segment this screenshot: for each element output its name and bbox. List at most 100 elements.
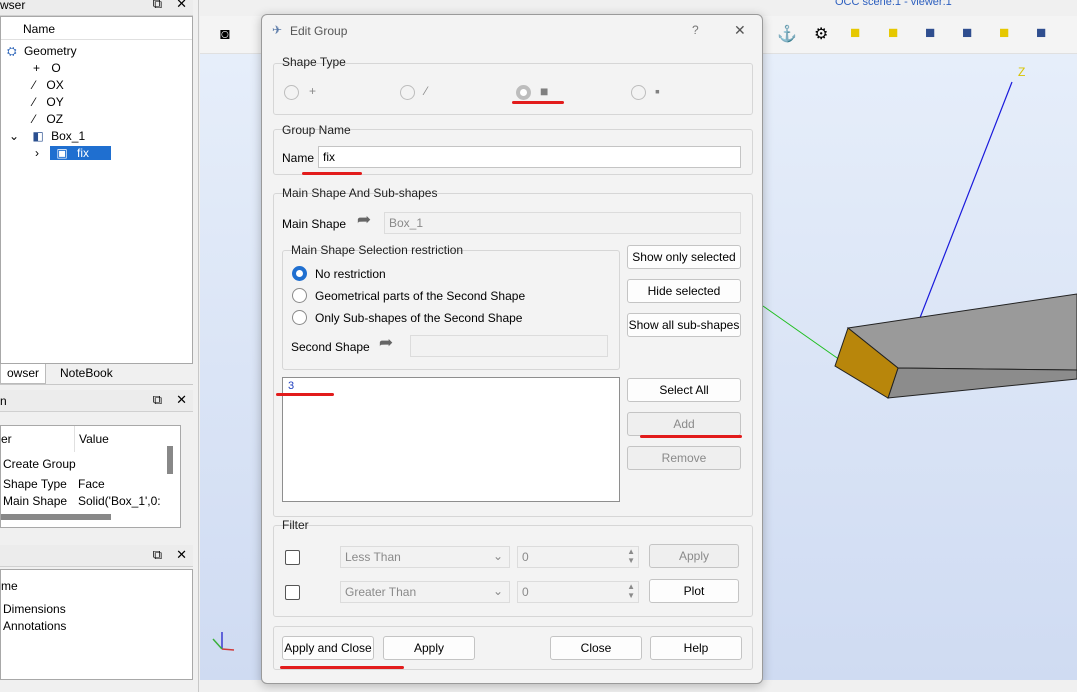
combo-value: Greater Than	[345, 585, 417, 599]
chevron-down-icon: ⌄	[492, 549, 503, 563]
remove-button[interactable]: Remove	[627, 446, 741, 470]
tree-item-oz[interactable]: ⁄ OZ	[33, 112, 63, 126]
no-restriction-radio[interactable]	[292, 266, 307, 281]
rotate-icon[interactable]: ⚙	[814, 24, 828, 44]
panel-buttons: ⧉ ✕	[139, 547, 187, 563]
view-back-icon[interactable]: ■	[925, 23, 935, 43]
float-icon[interactable]: ⧉	[153, 547, 162, 562]
shape-type-solid-radio[interactable]	[631, 85, 646, 100]
object-browser-tree[interactable]: Name ⛭ Geometry + O ⁄ OX ⁄ OY ⁄ OZ ⌄ ◧ B…	[0, 16, 193, 364]
selected-tree-item[interactable]: ▣ fix	[50, 146, 112, 160]
add-button[interactable]: Add	[627, 412, 741, 436]
horizontal-scrollbar[interactable]	[1, 514, 111, 520]
left-dock: wser ⧉ ✕ Name ⛭ Geometry + O ⁄ OX ⁄ OY ⁄ …	[0, 0, 199, 692]
shape-type-vertex-radio[interactable]	[284, 85, 299, 100]
main-shape-field: Box_1	[384, 212, 741, 234]
tree-item-label: fix	[77, 146, 90, 160]
group-name-title: Group Name	[282, 123, 351, 137]
chevron-right-icon[interactable]: ›	[35, 146, 39, 160]
hide-selected-button[interactable]: Hide selected	[627, 279, 741, 303]
z-axis-label: Z	[1018, 65, 1025, 79]
greater-than-checkbox[interactable]	[285, 585, 300, 600]
spin-arrows-icon[interactable]: ▲ ▼	[627, 547, 635, 565]
show-all-subshapes-button[interactable]: Show all sub-shapes	[627, 313, 741, 337]
help-icon[interactable]: ?	[692, 23, 699, 37]
tree-item-o[interactable]: + O	[33, 61, 61, 75]
props-header-value: Value	[79, 432, 109, 446]
info-tree[interactable]: me Dimensions Annotations	[0, 569, 193, 680]
only-subshapes-radio[interactable]	[292, 310, 307, 325]
shape-type-group	[273, 63, 753, 115]
less-than-combo[interactable]: Less Than ⌄	[340, 546, 510, 568]
select-main-shape-arrow-icon[interactable]: ➦	[350, 210, 378, 236]
greater-than-combo[interactable]: Greater Than ⌄	[340, 581, 510, 603]
name-field[interactable]: fix	[318, 146, 741, 168]
properties-title: n	[0, 394, 7, 408]
main-shape-group-title: Main Shape And Sub-shapes	[282, 186, 438, 200]
view-left-icon[interactable]: ■	[1036, 23, 1046, 43]
main-shape-label: Main Shape	[282, 217, 347, 231]
close-button[interactable]: Close	[550, 636, 642, 660]
properties-titlebar: n ⧉ ✕	[0, 390, 193, 412]
shape-type-edge-radio[interactable]	[400, 85, 415, 100]
camera-icon[interactable]: ◙	[220, 26, 230, 44]
vertex-icon: +	[309, 84, 317, 98]
chevron-down-icon[interactable]: ⌄	[9, 129, 19, 143]
dialog-title: Edit Group	[290, 24, 348, 38]
tree-item-label: Box_1	[51, 129, 86, 143]
group-icon: ▣	[56, 146, 68, 160]
apply-and-close-button[interactable]: Apply and Close	[282, 636, 374, 660]
point-icon: +	[33, 61, 41, 75]
tree-item-fix[interactable]: › ▣ fix	[35, 146, 112, 160]
close-icon[interactable]: ✕	[176, 0, 187, 11]
list-item[interactable]: 3	[288, 380, 294, 392]
view-bottom-icon[interactable]: ■	[999, 23, 1009, 43]
tab-notebook[interactable]: NoteBook	[54, 364, 119, 384]
view-front-icon[interactable]: ■	[888, 23, 898, 43]
float-icon[interactable]: ⧉	[153, 392, 162, 407]
plot-button[interactable]: Plot	[649, 579, 739, 603]
transform-icon[interactable]: ⚓	[777, 24, 797, 44]
shape-type-face-radio[interactable]	[516, 85, 531, 100]
filter-title: Filter	[282, 518, 309, 532]
tree-item-box1[interactable]: ⌄ ◧ Box_1	[9, 129, 85, 143]
filter-apply-button[interactable]: Apply	[649, 544, 739, 568]
second-shape-label: Second Shape	[291, 340, 370, 354]
name-label: Name	[282, 151, 315, 165]
close-icon[interactable]: ✕	[176, 547, 187, 562]
close-icon[interactable]: ✕	[176, 392, 187, 407]
info-item-annotations[interactable]: Annotations	[3, 619, 66, 633]
close-icon[interactable]: ✕	[734, 22, 746, 39]
box-side-face[interactable]	[887, 367, 1077, 399]
geometrical-parts-radio[interactable]	[292, 288, 307, 303]
greater-than-spinbox[interactable]: 0 ▲ ▼	[517, 581, 639, 603]
combo-value: Less Than	[345, 550, 401, 564]
tree-item-oy[interactable]: ⁄ OY	[33, 95, 64, 109]
spin-arrows-icon[interactable]: ▲ ▼	[627, 582, 635, 600]
view-top-icon[interactable]: ■	[962, 23, 972, 43]
help-button[interactable]: Help	[650, 636, 742, 660]
info-item-dimensions[interactable]: Dimensions	[3, 602, 66, 616]
red-annotation-underline	[512, 101, 564, 104]
float-icon[interactable]: ⧉	[153, 0, 162, 11]
y-axis-line	[762, 305, 841, 361]
less-than-spinbox[interactable]: 0 ▲ ▼	[517, 546, 639, 568]
tree-item-ox[interactable]: ⁄ OX	[33, 78, 64, 92]
red-annotation-underline	[276, 393, 334, 396]
only-subshapes-label: Only Sub-shapes of the Second Shape	[315, 311, 523, 325]
show-only-selected-button[interactable]: Show only selected	[627, 245, 741, 269]
select-all-button[interactable]: Select All	[627, 378, 741, 402]
geometrical-parts-label: Geometrical parts of the Second Shape	[315, 289, 526, 303]
geometry-icon: ⛭	[7, 44, 17, 58]
vertical-scrollbar[interactable]	[167, 446, 173, 474]
view-iso-icon[interactable]: ■	[850, 23, 860, 43]
tab-object-browser[interactable]: owser	[0, 364, 47, 384]
tree-item-geometry[interactable]: ⛭ Geometry	[7, 44, 77, 59]
apply-button[interactable]: Apply	[383, 636, 475, 660]
select-second-shape-arrow-icon[interactable]: ➦	[372, 333, 400, 359]
props-row-value: Solid('Box_1',0:	[78, 494, 160, 508]
less-than-checkbox[interactable]	[285, 550, 300, 565]
vector-icon: ⁄	[33, 112, 36, 126]
properties-table[interactable]: er Value Create Group Shape Type Face Ma…	[0, 425, 181, 528]
props-row-name: Shape Type	[3, 477, 67, 491]
